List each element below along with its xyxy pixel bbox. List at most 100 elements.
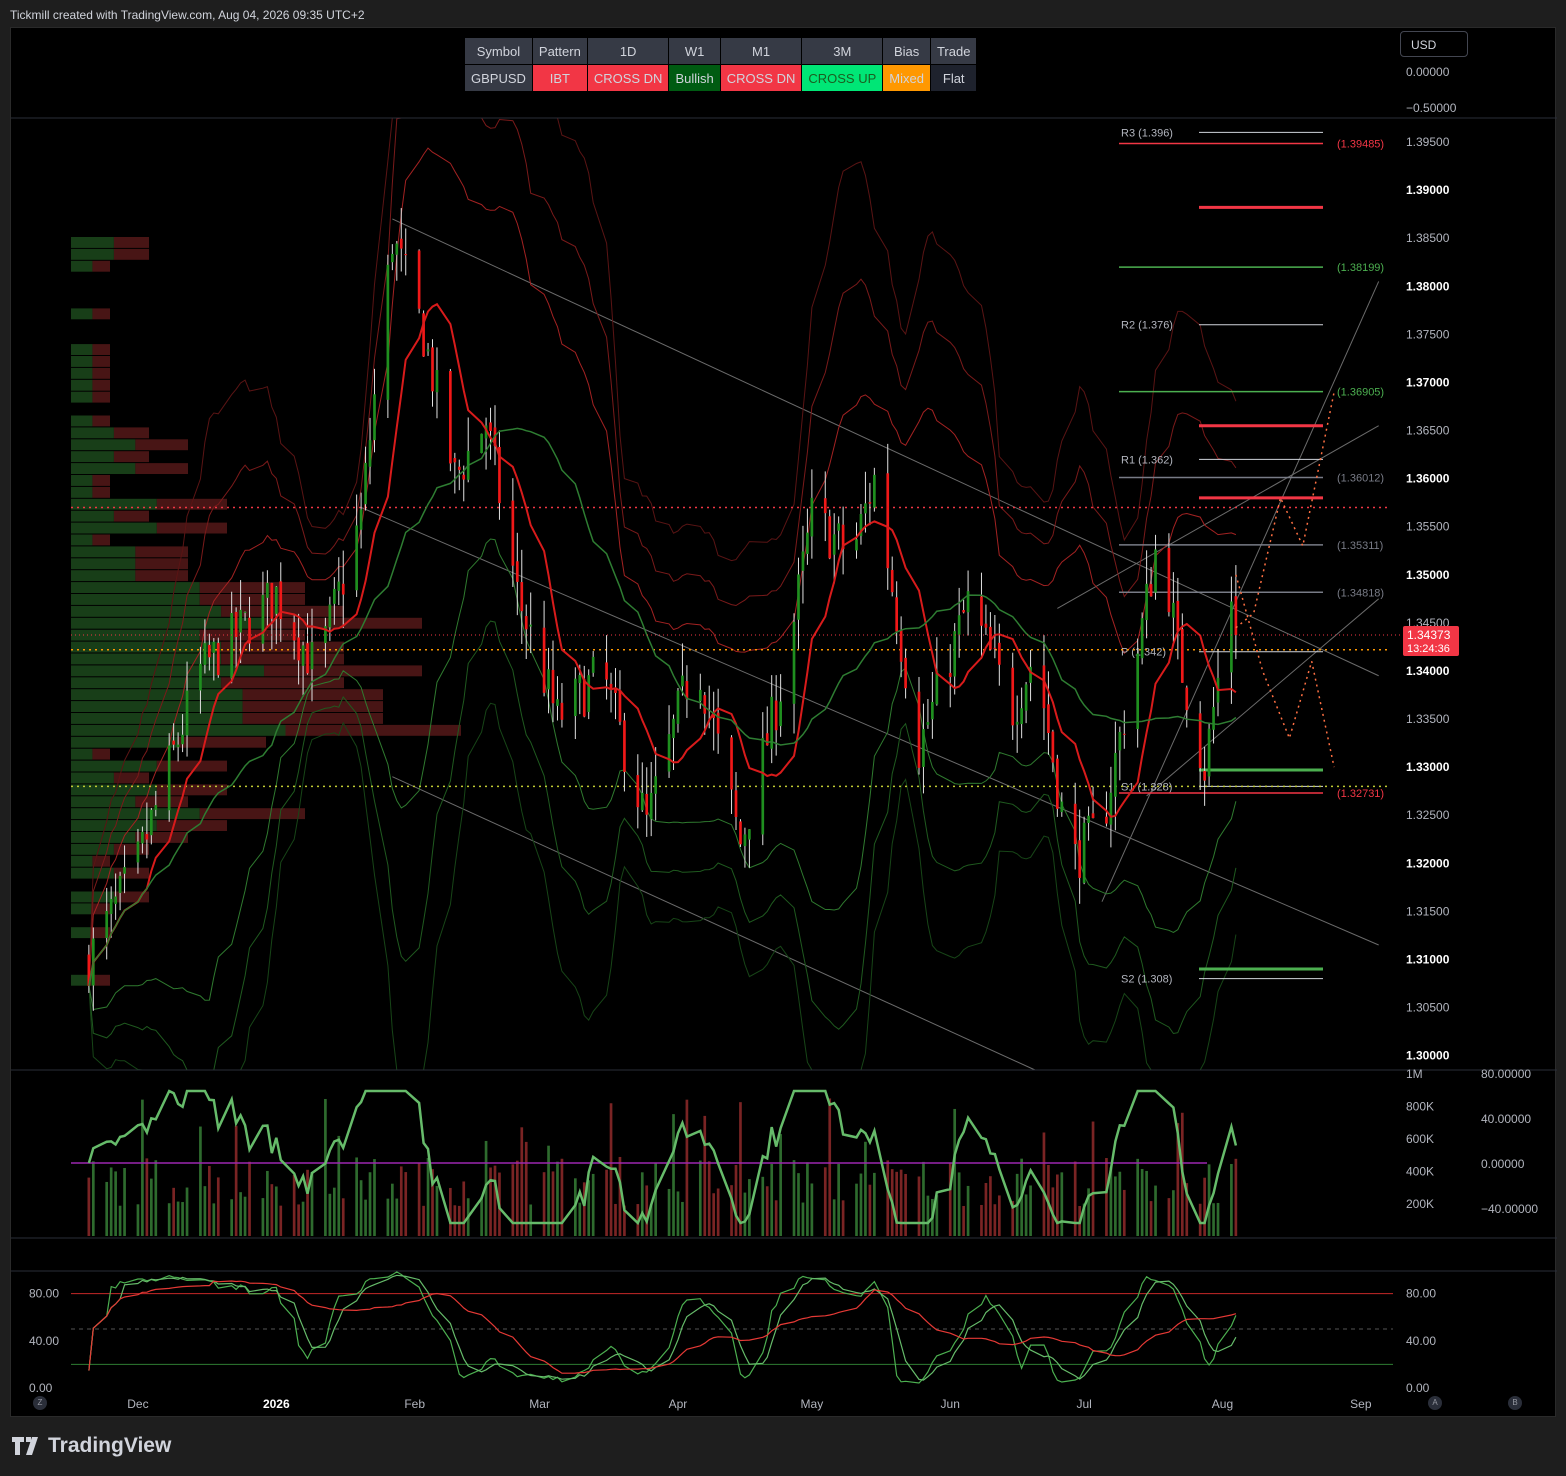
volume-bar: [114, 1171, 117, 1236]
candle-body: [926, 722, 930, 725]
candle-body: [730, 737, 733, 790]
currency-selector-button[interactable]: USD: [1400, 31, 1468, 57]
candle-body: [391, 253, 394, 263]
signal-table-value-row: GBPUSD IBT CROSS DN Bullish CROSS DN CRO…: [464, 64, 978, 92]
time-axis[interactable]: Dec 2026 Feb Mar Apr May Jun Jul Aug Sep: [127, 1397, 1372, 1411]
candle-body: [1180, 629, 1184, 683]
volume-bar: [105, 1181, 109, 1236]
candle-body: [578, 675, 582, 684]
volume-bar: [1118, 1171, 1122, 1236]
volume-bar: [1105, 1158, 1108, 1236]
profile-bar-up: [71, 772, 114, 784]
volume-bar: [770, 1163, 774, 1236]
profile-bar-up: [71, 260, 93, 272]
volume-bar: [462, 1181, 466, 1236]
candle-body: [810, 497, 814, 537]
candle-body: [623, 720, 626, 772]
time-tick-label: May: [801, 1397, 824, 1411]
candle-body: [261, 594, 265, 644]
band-upper: [88, 117, 1237, 986]
candle-body: [1234, 596, 1238, 636]
volume-tick: 200K: [1406, 1197, 1434, 1211]
chart-frame[interactable]: R3 (1.396) R2 (1.376) R1 (1.362) P (1.342) S…: [10, 27, 1557, 1418]
candle-body: [855, 539, 858, 551]
candle-body: [1136, 653, 1140, 730]
volume-pane[interactable]: 1M 800K 600K 400K 200K 80.00000 40.00000 0.0000…: [71, 1067, 1538, 1236]
volume-bar: [926, 1195, 930, 1236]
volume-bar: [698, 1160, 702, 1236]
candle-body: [1167, 547, 1171, 613]
profile-bar-up: [71, 415, 93, 427]
stochastic-pane[interactable]: 80.00 40.00 0.00 80.00 40.00 0.00: [29, 1271, 1436, 1395]
candle-body: [931, 701, 934, 720]
profile-bar-down: [92, 367, 110, 379]
table-value-cell: GBPUSD: [464, 64, 533, 92]
profile-bar-down: [113, 510, 149, 522]
profile-bar-down: [92, 356, 110, 367]
volume-bar: [511, 1164, 515, 1236]
band-lower: [88, 620, 1237, 1071]
volume-bar: [841, 1200, 845, 1236]
volume-bar: [364, 1199, 367, 1236]
profile-bar-up: [71, 344, 93, 355]
zoom-button[interactable]: Z: [33, 1396, 47, 1410]
candle-body: [748, 829, 751, 840]
volume-bar: [480, 1196, 483, 1236]
volume-bar: [681, 1201, 684, 1236]
candle-body: [1185, 687, 1189, 711]
stoch-line: [88, 1280, 1237, 1374]
volume-bar: [181, 1202, 184, 1236]
candle-body: [765, 733, 769, 746]
price-tick-label: 1.33500: [1406, 712, 1450, 726]
volume-bar: [618, 1156, 622, 1236]
volume-bar: [1154, 1185, 1157, 1236]
candle-body: [234, 611, 238, 637]
candle-body: [935, 670, 939, 705]
candle-body: [1024, 684, 1028, 711]
candle-body: [435, 370, 439, 393]
volume-bar: [167, 1203, 171, 1236]
price-tick-label: 1.35000: [1406, 568, 1450, 582]
candle-body: [1118, 731, 1122, 751]
candle-body: [337, 581, 341, 591]
profile-bar-down: [92, 534, 110, 546]
volume-bar: [997, 1195, 1001, 1236]
pivot-label: P (1.342): [1121, 647, 1166, 659]
top-scale-label: 0.00000: [1406, 65, 1450, 79]
price-tick-label: 1.30500: [1406, 1000, 1450, 1014]
log-scale-button[interactable]: B: [1508, 1396, 1522, 1410]
candle-body: [993, 647, 997, 649]
candle-body: [957, 615, 961, 635]
table-header-cell: Symbol: [464, 37, 533, 65]
profile-bar-up: [71, 594, 200, 605]
auto-scale-button[interactable]: A: [1428, 1396, 1442, 1410]
profile-bar-down: [156, 760, 227, 772]
time-tick-label: Aug: [1212, 1397, 1233, 1411]
volume-bar: [230, 1199, 234, 1236]
tradingview-logo-icon: [12, 1437, 38, 1455]
candle-body: [149, 809, 153, 836]
volume-bar: [373, 1159, 376, 1236]
volume-bar: [1140, 1168, 1144, 1236]
volume-bar: [645, 1185, 649, 1236]
candle-body: [1203, 770, 1206, 781]
candle-body: [681, 675, 684, 687]
volume-bar: [216, 1177, 220, 1236]
volume-bar: [712, 1193, 716, 1236]
chart-canvas[interactable]: R3 (1.396) R2 (1.376) R1 (1.362) P (1.342) S…: [11, 28, 1557, 1418]
tradingview-logo[interactable]: TradingView: [12, 1434, 171, 1458]
volume-bar: [886, 1160, 890, 1236]
candle-body: [1056, 758, 1059, 809]
candle-body: [556, 699, 559, 706]
candle-body: [890, 569, 894, 593]
candle-body: [801, 551, 805, 571]
volume-bar: [1230, 1164, 1233, 1236]
candle-body: [997, 642, 1001, 665]
candle-body: [341, 583, 345, 595]
time-tick-label: 2026: [263, 1397, 290, 1411]
candle-body: [404, 254, 408, 256]
candle-body: [636, 775, 640, 808]
profile-bar-up: [71, 736, 179, 748]
volume-bar: [109, 1167, 113, 1236]
volume-bar: [873, 1172, 876, 1236]
